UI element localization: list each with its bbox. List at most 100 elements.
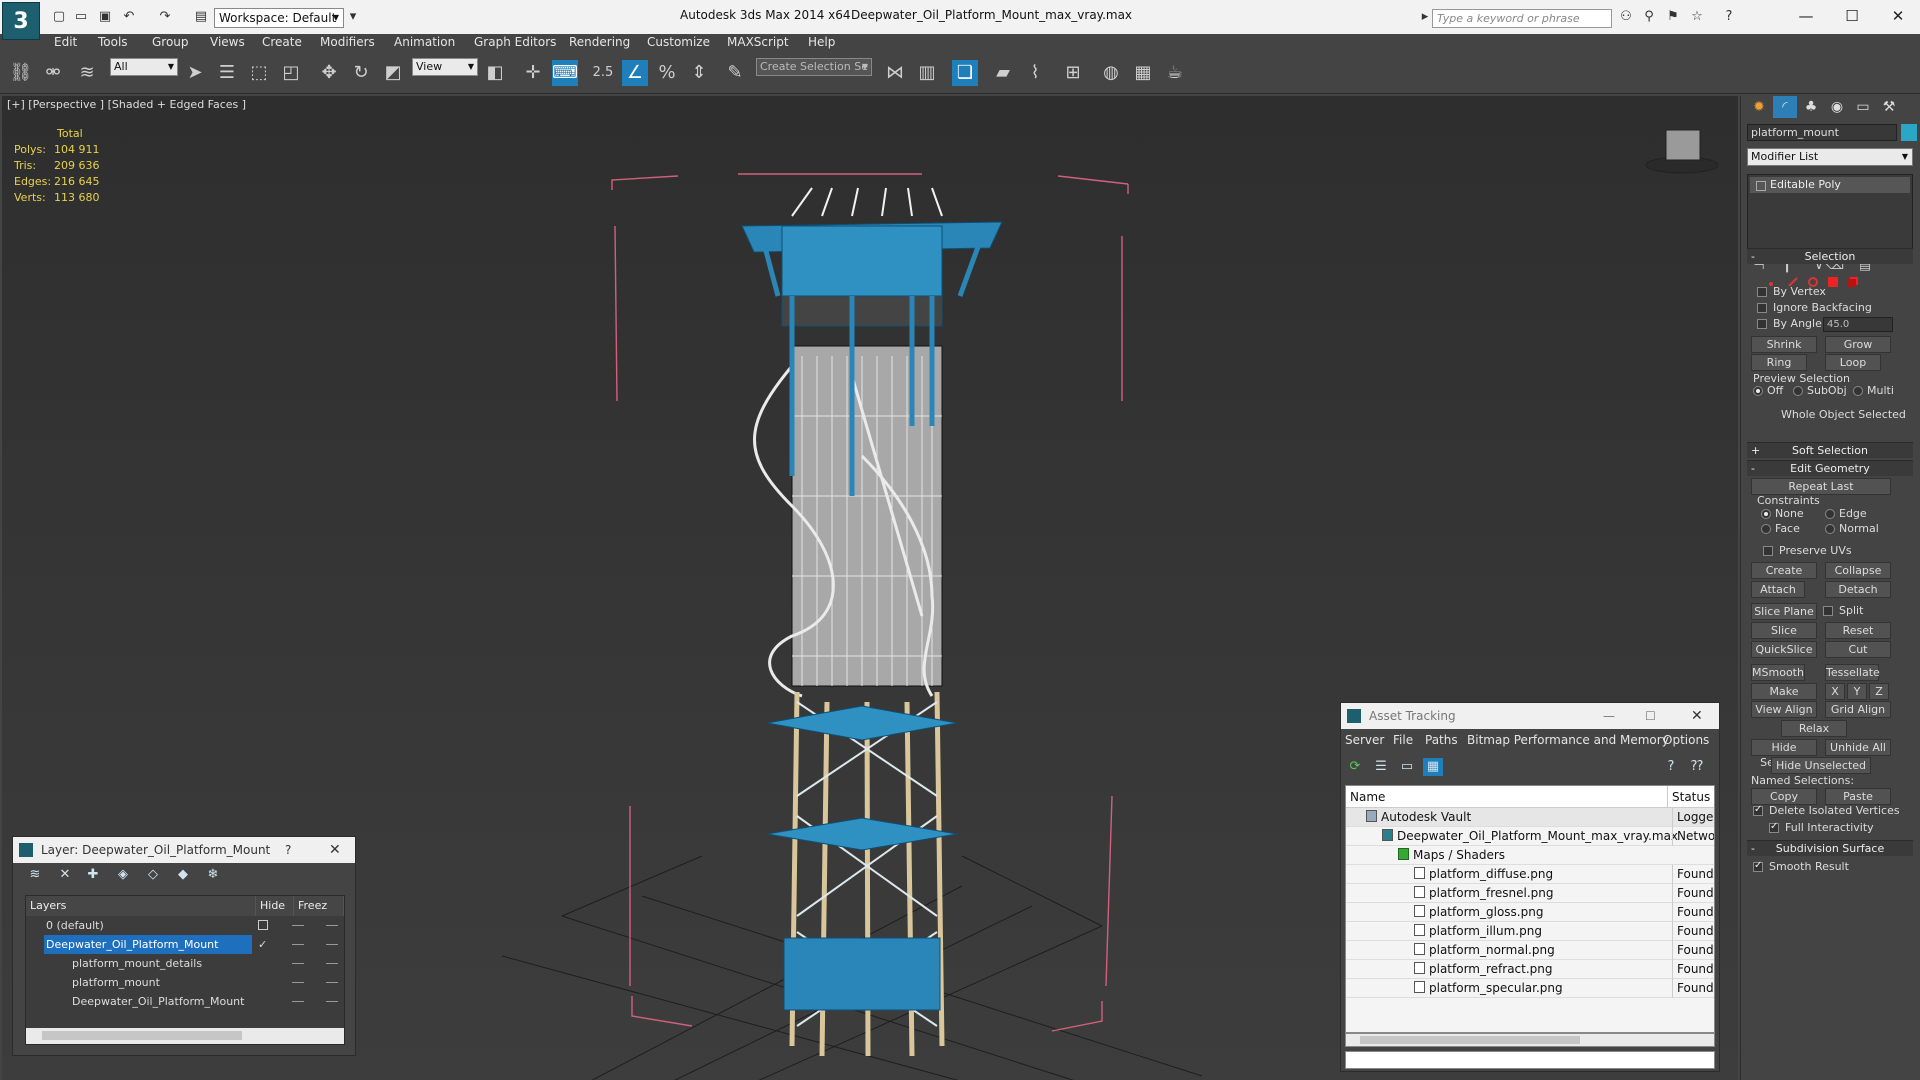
freeze-toggle[interactable] [326, 944, 338, 945]
hide-toggle[interactable] [292, 925, 304, 926]
hide-toggle[interactable] [292, 944, 304, 945]
help-icon[interactable]: ? [1720, 9, 1738, 25]
attach-button[interactable]: Attach [1751, 581, 1805, 598]
planar-y-button[interactable]: Y [1847, 683, 1867, 700]
layer-row[interactable]: 0 (default) [26, 916, 344, 935]
link-icon[interactable]: ⛓ [8, 60, 34, 86]
constraint-none-radio[interactable] [1761, 509, 1771, 519]
minimize-icon[interactable]: — [1603, 703, 1615, 729]
asset-row[interactable]: platform_fresnel.png Found [1346, 884, 1714, 903]
split-checkbox[interactable] [1823, 606, 1833, 616]
layer-row[interactable]: platform_mount [26, 973, 344, 992]
refresh-icon[interactable]: ⟳ [1345, 758, 1365, 776]
binoculars-icon[interactable]: ⚇ [1617, 9, 1635, 25]
delete-layer-icon[interactable]: ✕ [55, 866, 75, 884]
project-folder-icon[interactable]: ▤ [192, 9, 210, 25]
relax-button[interactable]: Relax [1781, 720, 1847, 737]
preview-subobj-radio[interactable] [1793, 386, 1803, 396]
cut-button[interactable]: Cut [1825, 641, 1891, 658]
angle-spinner[interactable]: 45.0 [1823, 317, 1893, 332]
new-file-icon[interactable]: ▢ [50, 9, 68, 25]
by-angle-checkbox[interactable] [1757, 319, 1767, 329]
collapse-button[interactable]: Collapse [1825, 562, 1891, 579]
keyboard-shortcut-override-icon[interactable]: ⌨ [552, 60, 578, 86]
detach-button[interactable]: Detach [1825, 581, 1891, 598]
redo-icon[interactable]: ↷ [156, 9, 174, 25]
thumbnail-view-icon[interactable]: ▭ [1397, 758, 1417, 776]
menu-maxscript[interactable]: MAXScript [727, 35, 789, 49]
scale-icon[interactable]: ◩ [380, 60, 406, 86]
spinner-snap-icon[interactable]: ⇕ [686, 60, 712, 86]
edit-geometry-rollout-header[interactable]: - Edit Geometry [1747, 460, 1913, 476]
subscription-icon[interactable]: ⚲ [1640, 9, 1658, 25]
named-selection-dropdown[interactable]: Create Selection Se ▼ [756, 58, 872, 76]
render-frame-icon[interactable]: ☕ [1162, 60, 1188, 86]
asset-row[interactable]: platform_refract.png Found [1346, 960, 1714, 979]
subdivision-surface-rollout-header[interactable]: - Subdivision Surface [1747, 840, 1913, 856]
workspace-dropdown[interactable]: Workspace: Default ▼ [214, 8, 344, 28]
grow-button[interactable]: Grow [1825, 336, 1891, 353]
planar-x-button[interactable]: X [1825, 683, 1845, 700]
hide-all-layers-icon[interactable]: ◆ [173, 866, 193, 884]
layer-row[interactable]: Deepwater_Oil_Platform_Mount [26, 992, 344, 1011]
menu-tools[interactable]: Tools [98, 35, 128, 49]
layer-stack-icon[interactable]: ≋ [25, 866, 45, 884]
menu-create[interactable]: Create [262, 35, 302, 49]
hide-toggle[interactable] [292, 982, 304, 983]
view-align-button[interactable]: View Align [1751, 701, 1817, 718]
full-interactivity-checkbox[interactable] [1769, 821, 1779, 833]
constraint-normal-radio[interactable] [1825, 524, 1835, 534]
unlink-icon[interactable]: ⚮ [40, 60, 66, 86]
asset-hscrollbar[interactable] [1345, 1033, 1715, 1047]
asset-menu-options[interactable]: Options [1663, 733, 1709, 747]
slice-plane-button[interactable]: Slice Plane [1751, 603, 1817, 620]
percent-snap-icon[interactable]: % [654, 60, 680, 86]
quickslice-button[interactable]: QuickSlice [1751, 641, 1817, 658]
undo-icon[interactable]: ↶ [120, 9, 138, 25]
col-layers[interactable]: Layers [26, 896, 256, 916]
asset-tracking-titlebar[interactable]: Asset Tracking — ☐ ✕ [1341, 703, 1719, 729]
scroll-thumb[interactable] [1360, 1036, 1580, 1044]
col-name[interactable]: Name [1346, 786, 1668, 808]
freeze-toggle[interactable] [326, 925, 338, 926]
repeat-last-button[interactable]: Repeat Last [1751, 478, 1891, 495]
make-planar-button[interactable]: Make Planar [1751, 683, 1817, 713]
polygon-subobj-icon[interactable] [1827, 276, 1839, 288]
constraint-face-radio[interactable] [1761, 524, 1771, 534]
display-tab-icon[interactable]: ▭ [1851, 96, 1875, 118]
table-view-icon[interactable]: ▦ [1423, 758, 1443, 776]
hide-toggle[interactable] [292, 963, 304, 964]
constraint-edge-radio[interactable] [1825, 509, 1835, 519]
create-tab-sun-icon[interactable]: ✹ [1747, 96, 1771, 118]
asset-row[interactable]: Autodesk Vault Logged O [1346, 808, 1714, 827]
element-subobj-icon[interactable] [1847, 276, 1859, 288]
menu-animation[interactable]: Animation [394, 35, 455, 49]
menu-graph-editors[interactable]: Graph Editors [474, 35, 556, 49]
freeze-toggle[interactable] [326, 982, 338, 983]
msmooth-button[interactable]: MSmooth [1751, 664, 1805, 681]
hide-unselected-button[interactable]: Hide Unselected [1771, 757, 1871, 774]
layer-row[interactable]: Deepwater_Oil_Platform_Mount ✓ [26, 935, 344, 954]
shrink-button[interactable]: Shrink [1751, 336, 1817, 353]
asset-menu-server[interactable]: Server [1345, 733, 1384, 747]
utilities-tab-icon[interactable]: ⚒ [1877, 96, 1901, 118]
asset-menu-file[interactable]: File [1393, 733, 1413, 747]
rotate-icon[interactable]: ↻ [348, 60, 374, 86]
curve-editor-icon[interactable]: ⌇ [1022, 60, 1048, 86]
hide-toggle[interactable] [292, 1001, 304, 1002]
selection-rollout-header[interactable]: - Selection [1747, 248, 1913, 264]
minimize-icon[interactable]: — [1796, 6, 1816, 26]
pivot-center-icon[interactable]: ◧ [482, 60, 508, 86]
app-logo-icon[interactable]: 3 [2, 2, 40, 40]
manipulate-icon[interactable]: ✛ [520, 60, 546, 86]
menu-help[interactable]: Help [808, 35, 835, 49]
select-object-icon[interactable]: ➤ [182, 60, 208, 86]
hierarchy-tab-icon[interactable]: ♣ [1799, 96, 1823, 118]
active-layer-icon[interactable] [258, 920, 268, 930]
current-layer-check-icon[interactable]: ✓ [258, 935, 267, 954]
maximize-icon[interactable]: ☐ [1842, 6, 1862, 26]
list-view-icon[interactable]: ☰ [1371, 758, 1391, 776]
unhide-all-button[interactable]: Unhide All [1825, 739, 1891, 756]
layer-row[interactable]: platform_mount_details [26, 954, 344, 973]
asset-row[interactable]: Deepwater_Oil_Platform_Mount_max_vray.ma… [1346, 827, 1714, 846]
